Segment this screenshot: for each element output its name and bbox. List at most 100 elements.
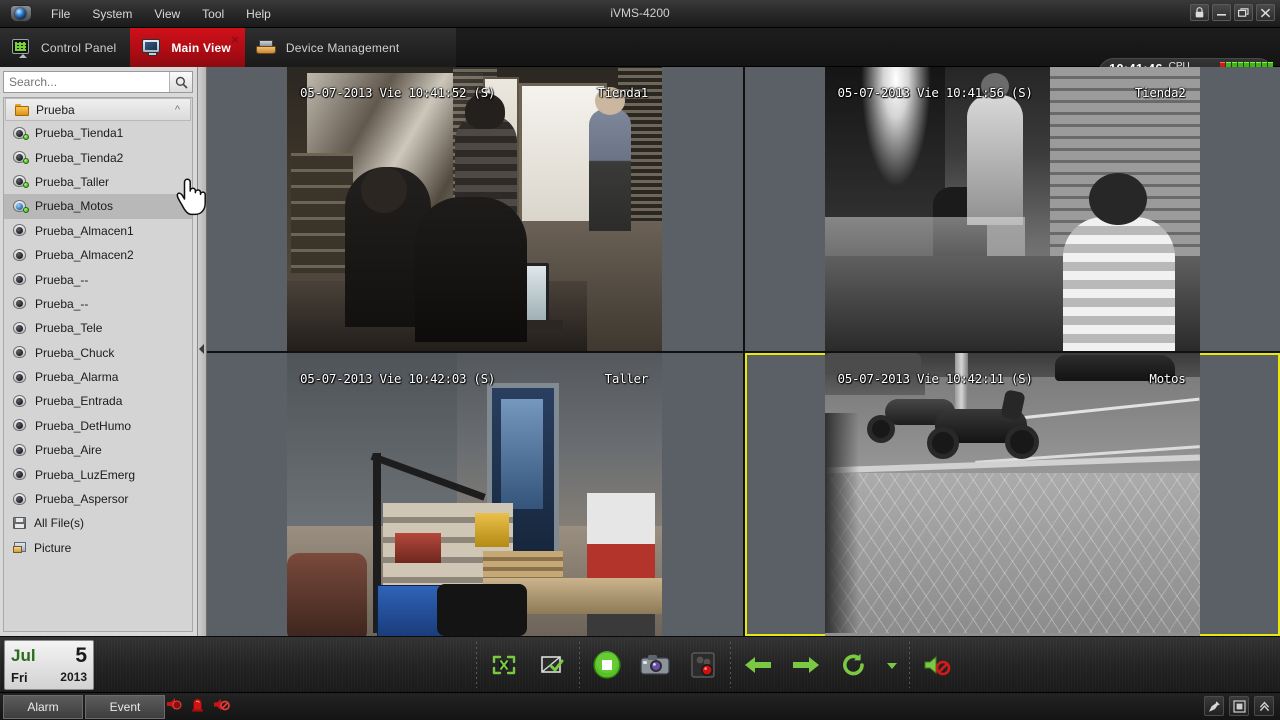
tab-main-view[interactable]: Main View × <box>130 28 245 67</box>
toolbar-group-capture <box>580 637 730 693</box>
minimize-icon[interactable] <box>1212 4 1231 21</box>
maximize-panel-icon[interactable] <box>1229 696 1249 716</box>
tree-item-prueba-aire[interactable]: Prueba_Aire <box>4 438 192 462</box>
loop-icon <box>843 653 864 676</box>
ivms-main-window: File System View Tool Help iVMS-4200 Con… <box>0 0 1280 720</box>
calendar-day: 5 <box>75 643 87 667</box>
tree-item-label: Prueba_Almacen2 <box>35 248 134 263</box>
tree-item-all-files[interactable]: All File(s) <box>4 511 192 535</box>
siren-icon[interactable] <box>191 696 204 717</box>
folder-icon <box>15 103 29 116</box>
camera-icon <box>13 199 29 213</box>
calendar-widget[interactable]: Jul 5 Fri 2013 <box>4 640 94 690</box>
tab-bar: Control Panel Main View × Device Managem… <box>0 28 1280 90</box>
video-stream-motos[interactable]: 05-07-2013 Vie 10:42:11 (S) Motos <box>824 352 1200 636</box>
bottom-toolbar: Jul 5 Fri 2013 <box>0 636 1280 692</box>
audio-alarm-mute-icon[interactable] <box>213 697 230 717</box>
tree-item-prueba-taller[interactable]: Prueba_Taller <box>4 170 192 194</box>
video-pane-1[interactable]: 05-07-2013 Vie 10:41:52 (S) Tienda1 <box>207 67 743 351</box>
tree-item-prueba-almacen2[interactable]: Prueba_Almacen2 <box>4 243 192 267</box>
next-button[interactable] <box>789 648 823 682</box>
tree-item-prueba-entrada[interactable]: Prueba_Entrada <box>4 389 192 413</box>
tree-item-prueba-motos[interactable]: Prueba_Motos <box>4 194 192 219</box>
pin-icon[interactable] <box>1204 696 1224 716</box>
device-tree[interactable]: Prueba ^ Prueba_Tienda1 Prueba_Tienda2 P… <box>3 97 193 632</box>
title-bar: File System View Tool Help iVMS-4200 <box>0 0 1280 28</box>
layout-button[interactable] <box>535 648 569 682</box>
capture-button[interactable] <box>638 648 672 682</box>
full-screen-button[interactable] <box>487 648 521 682</box>
previous-button[interactable] <box>741 648 775 682</box>
tree-item-label: Prueba_-- <box>35 272 89 287</box>
video-stream-taller[interactable]: 05-07-2013 Vie 10:42:03 (S) Taller <box>287 352 662 636</box>
status-right-controls <box>1204 696 1274 716</box>
status-bar: Alarm Event <box>0 692 1280 720</box>
tree-item-prueba-alarma[interactable]: Prueba_Alarma <box>4 365 192 389</box>
collapse-left-icon[interactable] <box>199 344 204 354</box>
tree-item-prueba-tienda2[interactable]: Prueba_Tienda2 <box>4 145 192 169</box>
tab-control-panel[interactable]: Control Panel <box>0 28 130 67</box>
toolbar-group-audio <box>910 637 964 693</box>
tree-item-label: All File(s) <box>34 516 84 531</box>
tree-item-label: Prueba_Entrada <box>35 394 123 409</box>
record-button[interactable] <box>686 648 720 682</box>
stop-all-button[interactable] <box>590 648 624 682</box>
window-controls <box>1190 4 1275 21</box>
tree-item-prueba-chuck[interactable]: Prueba_Chuck <box>4 341 192 365</box>
search-icon[interactable] <box>169 72 192 92</box>
sidebar-splitter[interactable] <box>198 67 207 636</box>
search-box[interactable] <box>3 71 193 93</box>
close-icon[interactable] <box>1256 4 1275 21</box>
scene-workshop <box>287 352 662 636</box>
tree-group-prueba[interactable]: Prueba ^ <box>5 98 191 121</box>
auto-switch-dropdown[interactable] <box>885 648 899 682</box>
video-stream-tienda1[interactable]: 05-07-2013 Vie 10:41:52 (S) Tienda1 <box>287 67 662 351</box>
tree-item-prueba-luzemerg[interactable]: Prueba_LuzEmerg <box>4 462 192 486</box>
restore-icon[interactable] <box>1234 4 1253 21</box>
video-pane-3[interactable]: 05-07-2013 Vie 10:42:03 (S) Taller <box>207 352 743 636</box>
tree-item-prueba-blank-2[interactable]: Prueba_-- <box>4 292 192 316</box>
tree-item-prueba-almacen1[interactable]: Prueba_Almacen1 <box>4 219 192 243</box>
tree-item-prueba-dethumo[interactable]: Prueba_DetHumo <box>4 414 192 438</box>
status-alarm-icons <box>166 696 230 717</box>
tree-item-label: Prueba_Alarma <box>35 370 119 385</box>
tab-device-management[interactable]: Device Management <box>245 28 413 67</box>
tree-item-picture[interactable]: Picture <box>4 536 192 560</box>
tree-item-label: Prueba_Taller <box>35 174 110 189</box>
calendar-weekday: Fri <box>11 670 28 686</box>
video-pane-2[interactable]: 05-07-2013 Vie 10:41:56 (S) Tienda2 <box>744 67 1280 351</box>
alarm-output-icon[interactable] <box>166 696 182 717</box>
tree-item-prueba-aspersor[interactable]: Prueba_Aspersor <box>4 487 192 511</box>
tree-item-label: Prueba_Almacen1 <box>35 223 134 238</box>
auto-switch-button[interactable] <box>837 648 871 682</box>
arrow-left-icon <box>745 657 771 673</box>
tab-strip: Control Panel Main View × Device Managem… <box>0 28 456 67</box>
camera-icon <box>13 468 28 481</box>
video-pane-4[interactable]: 05-07-2013 Vie 10:42:11 (S) Motos <box>744 352 1280 636</box>
search-input[interactable] <box>4 72 169 92</box>
video-stream-tienda2[interactable]: 05-07-2013 Vie 10:41:56 (S) Tienda2 <box>824 67 1200 351</box>
tree-item-prueba-tienda1[interactable]: Prueba_Tienda1 <box>4 121 192 145</box>
camera-icon <box>13 370 28 384</box>
tree-item-label: Prueba <box>36 102 75 117</box>
tree-item-prueba-tele[interactable]: Prueba_Tele <box>4 316 192 340</box>
file-icon <box>13 516 27 530</box>
camera-icon <box>13 273 28 286</box>
tree-item-label: Prueba_Tienda2 <box>35 150 124 165</box>
playback-toolbar <box>476 637 964 693</box>
tree-item-prueba-blank-1[interactable]: Prueba_-- <box>4 267 192 291</box>
status-tab-event[interactable]: Event <box>85 695 165 719</box>
tree-item-label: Prueba_Aspersor <box>35 492 129 507</box>
layout-check-icon <box>541 656 564 673</box>
stop-icon <box>593 651 621 679</box>
record-icon <box>691 652 715 678</box>
expand-up-icon[interactable] <box>1254 696 1274 716</box>
chevron-up-icon[interactable]: ^ <box>175 104 180 116</box>
camera-icon <box>13 126 29 140</box>
lock-icon[interactable] <box>1190 4 1209 21</box>
mute-button[interactable] <box>920 648 954 682</box>
tab-close-icon[interactable]: × <box>231 33 239 46</box>
status-tab-alarm[interactable]: Alarm <box>3 695 83 719</box>
camera-icon <box>13 151 29 165</box>
control-panel-icon <box>10 38 32 58</box>
